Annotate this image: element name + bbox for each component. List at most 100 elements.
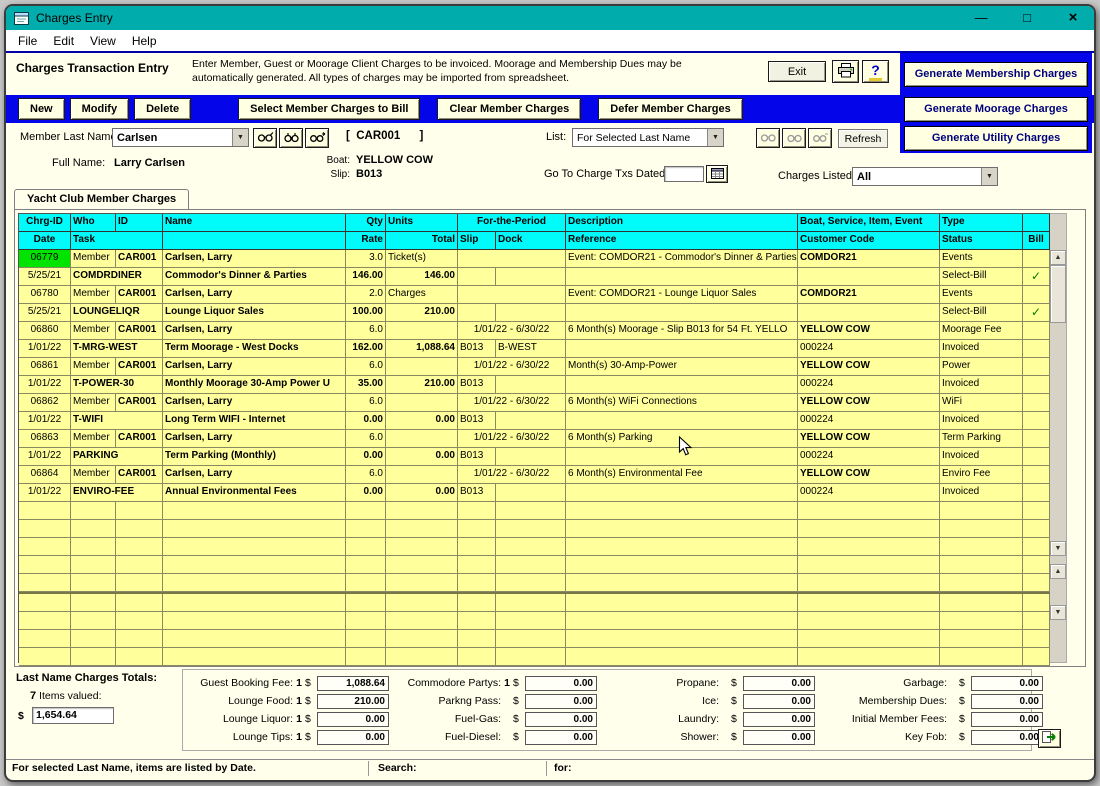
member-last-name-select[interactable]: Carlsen ▼ — [112, 128, 249, 147]
cell-customer-code — [798, 304, 940, 322]
list-label: List: — [546, 131, 566, 143]
charge-row-line2[interactable]: 5/25/21 COMDRDINER Commodor's Dinner & P… — [19, 268, 1050, 286]
menu-file[interactable]: File — [10, 32, 45, 50]
print-button[interactable] — [832, 60, 859, 83]
total-label: Lounge Food: — [189, 695, 293, 707]
select-member-charges-to-bill-button[interactable]: Select Member Charges to Bill — [238, 98, 420, 120]
totals-row: Key Fob:$0.00 — [817, 728, 1043, 746]
charge-row-line1[interactable]: 06861 Member CAR001 Carlsen, Larry 6.0 1… — [19, 358, 1050, 376]
cell-customer-code: 000224 — [798, 448, 940, 466]
scrollbar-track[interactable] — [1050, 265, 1066, 541]
scroll-down-icon[interactable]: ▼ — [1050, 605, 1066, 620]
charge-row-line2[interactable]: 1/01/22 PARKING Term Parking (Monthly) 0… — [19, 448, 1050, 466]
cell-customer-code — [798, 268, 940, 286]
empty-cell — [798, 502, 940, 520]
charges-listed-select[interactable]: All ▼ — [852, 167, 998, 186]
find-glasses-disabled-button[interactable] — [756, 128, 780, 148]
find-glasses-button[interactable] — [253, 128, 277, 148]
charge-row-line1[interactable]: 06864 Member CAR001 Carlsen, Larry 6.0 1… — [19, 466, 1050, 484]
menu-edit[interactable]: Edit — [45, 32, 82, 50]
total-label: Propane: — [599, 677, 719, 689]
empty-grid-row — [19, 648, 1050, 666]
col-id: ID — [116, 214, 163, 232]
col-blank — [1023, 214, 1050, 232]
cell-period — [458, 286, 566, 304]
charge-row-line1[interactable]: 06862 Member CAR001 Carlsen, Larry 6.0 1… — [19, 394, 1050, 412]
calendar-button[interactable] — [706, 165, 728, 183]
cell-who: Member — [71, 286, 116, 304]
generate-membership-charges-button[interactable]: Generate Membership Charges — [904, 62, 1088, 87]
cell-task-name: Monthly Moorage 30-Amp Power U — [163, 376, 346, 394]
charge-row-line2[interactable]: 1/01/22 T-POWER-30 Monthly Moorage 30-Am… — [19, 376, 1050, 394]
totals-row: Guest Booking Fee:1$1,088.64 — [189, 674, 389, 692]
charge-row-line2[interactable]: 5/25/21 LOUNGELIQR Lounge Liquor Sales 1… — [19, 304, 1050, 322]
charge-row-line1[interactable]: 06860 Member CAR001 Carlsen, Larry 6.0 1… — [19, 322, 1050, 340]
charge-row-line1[interactable]: 06863 Member CAR001 Carlsen, Larry 6.0 1… — [19, 430, 1050, 448]
defer-member-charges-button[interactable]: Defer Member Charges — [598, 98, 742, 120]
empty-cell — [386, 594, 458, 612]
new-button[interactable]: New — [18, 98, 65, 120]
window-title: Charges Entry — [36, 11, 113, 25]
charge-row-line2[interactable]: 1/01/22 T-WIFI Long Term WIFI - Internet… — [19, 412, 1050, 430]
cell-task: COMDRDINER — [71, 268, 163, 286]
cell-status: Invoiced — [940, 376, 1023, 394]
currency-symbol: $ — [513, 677, 525, 689]
scroll-up-icon[interactable]: ▲ — [1050, 564, 1066, 579]
cell-dock — [496, 376, 566, 394]
cell-bill — [1023, 250, 1050, 268]
help-button[interactable]: ? — [862, 60, 889, 83]
scroll-down-icon[interactable]: ▼ — [1050, 541, 1066, 556]
delete-button[interactable]: Delete — [134, 98, 191, 120]
dropdown-arrow-icon: ▼ — [232, 129, 248, 146]
export-button[interactable] — [1038, 729, 1061, 748]
maximize-button[interactable]: □ — [1016, 7, 1038, 29]
empty-cell — [496, 520, 566, 538]
totals-row: Propane:$0.00 — [599, 674, 815, 692]
minimize-button[interactable]: — — [970, 7, 992, 29]
totals-row: Initial Member Fees:$0.00 — [817, 710, 1043, 728]
find-next-disabled-button[interactable] — [808, 128, 832, 148]
charge-row-line1[interactable]: 06780 Member CAR001 Carlsen, Larry 2.0 C… — [19, 286, 1050, 304]
total-value-box: 210.00 — [317, 694, 389, 709]
charge-row-line1[interactable]: 06779 Member CAR001 Carlsen, Larry 3.0 T… — [19, 250, 1050, 268]
cell-status: Invoiced — [940, 412, 1023, 430]
currency-symbol: $ — [305, 731, 317, 743]
exit-button[interactable]: Exit — [768, 61, 826, 82]
list-select[interactable]: For Selected Last Name ▼ — [572, 128, 724, 147]
cell-chrg-id: 06860 — [19, 322, 71, 340]
scrollbar-thumb[interactable] — [1050, 265, 1066, 323]
empty-cell — [496, 574, 566, 592]
find-next-button[interactable] — [305, 128, 329, 148]
modify-button[interactable]: Modify — [70, 98, 129, 120]
tab-yacht-club-member-charges[interactable]: Yacht Club Member Charges — [14, 189, 189, 209]
generate-utility-charges-button[interactable]: Generate Utility Charges — [904, 126, 1088, 151]
empty-cell — [116, 630, 163, 648]
charge-row-line2[interactable]: 1/01/22 ENVIRO-FEE Annual Environmental … — [19, 484, 1050, 502]
cell-boat: YELLOW COW — [798, 358, 940, 376]
cell-task: LOUNGELIQR — [71, 304, 163, 322]
cell-boat: YELLOW COW — [798, 322, 940, 340]
empty-grid-row — [19, 612, 1050, 630]
refresh-button[interactable]: Refresh — [838, 129, 888, 148]
cell-task: PARKING — [71, 448, 163, 466]
menu-view[interactable]: View — [82, 32, 124, 50]
cell-reference — [566, 412, 798, 430]
total-label: Fuel-Gas: — [391, 713, 501, 725]
find-binoculars-button[interactable] — [279, 128, 303, 148]
scroll-up-icon[interactable]: ▲ — [1050, 250, 1066, 265]
charge-row-line2[interactable]: 1/01/22 T-MRG-WEST Term Moorage - West D… — [19, 340, 1050, 358]
total-value-box: 0.00 — [317, 730, 389, 745]
find-binoculars-disabled-button[interactable] — [782, 128, 806, 148]
clear-member-charges-button[interactable]: Clear Member Charges — [437, 98, 581, 120]
empty-cell — [798, 594, 940, 612]
total-value-box: 1,088.64 — [317, 676, 389, 691]
close-button[interactable]: × — [1062, 7, 1084, 29]
status-search-label: Search: — [378, 762, 417, 774]
scrollbar-track-2[interactable] — [1050, 579, 1066, 605]
empty-cell — [386, 648, 458, 666]
goto-date-input[interactable] — [664, 166, 704, 182]
bill-checkmark-icon — [1023, 412, 1050, 430]
menu-help[interactable]: Help — [124, 32, 165, 50]
generate-moorage-charges-button[interactable]: Generate Moorage Charges — [904, 97, 1088, 122]
col-task: Task — [71, 232, 163, 250]
